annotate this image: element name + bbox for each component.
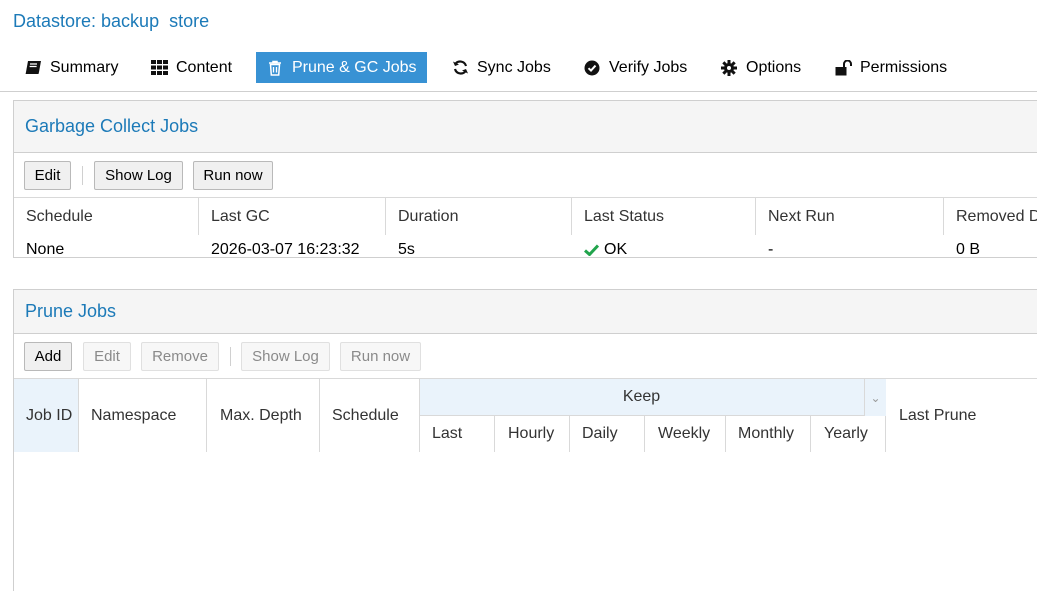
check-icon	[584, 244, 599, 256]
prune-run-now-button[interactable]: Run now	[340, 342, 421, 371]
prune-remove-button[interactable]: Remove	[141, 342, 219, 371]
check-circle-icon	[583, 59, 601, 77]
gc-edit-button[interactable]: Edit	[24, 161, 71, 190]
prune-add-button[interactable]: Add	[24, 342, 72, 371]
prune-toolbar: Add Edit Remove Show Log Run now	[14, 334, 1037, 379]
column-header-keep-monthly[interactable]: Monthly	[726, 416, 811, 452]
tab-summary[interactable]: Summary	[14, 52, 128, 83]
tab-label: Prune & GC Jobs	[292, 58, 417, 76]
column-header-next-run[interactable]: Next Run	[756, 198, 944, 235]
page-title: Datastore: backup store	[13, 11, 210, 31]
column-header-removed[interactable]: Removed D	[944, 198, 1037, 235]
cell-last-gc: 2026-03-07 16:23:32	[211, 241, 360, 258]
column-header-keep-hourly[interactable]: Hourly	[495, 416, 570, 452]
column-group-keep[interactable]: Keep	[420, 379, 886, 416]
column-header-last-gc[interactable]: Last GC	[199, 198, 386, 235]
gc-jobs-panel: Garbage Collect Jobs Edit Show Log Run n…	[13, 100, 1037, 258]
tab-label: Verify Jobs	[609, 58, 688, 76]
prune-grid-body	[14, 452, 1037, 591]
tab-content[interactable]: Content	[140, 52, 242, 83]
gc-toolbar: Edit Show Log Run now	[14, 153, 1037, 198]
trash-icon	[266, 59, 284, 77]
refresh-icon	[451, 59, 469, 77]
datastore-page: Datastore: backup store Summary Content …	[0, 0, 1037, 591]
cell-removed: 0 B	[956, 241, 981, 258]
tab-label: Options	[746, 58, 802, 76]
gc-show-log-button[interactable]: Show Log	[94, 161, 183, 190]
prune-panel-title: Prune Jobs	[14, 290, 1037, 334]
tab-bar: Summary Content Prune & GC Jobs Sync Job…	[0, 52, 1037, 92]
gear-icon	[720, 59, 738, 77]
gc-grid-header: Schedule Last GC Duration Last Status Ne…	[14, 198, 1037, 235]
cell-schedule: None	[26, 241, 65, 258]
table-row[interactable]: None 2026-03-07 16:23:32 5s OK - 0 B	[14, 235, 1037, 265]
grid-icon	[150, 59, 168, 77]
book-icon	[24, 59, 42, 77]
tab-sync-jobs[interactable]: Sync Jobs	[441, 52, 561, 83]
toolbar-separator	[230, 347, 231, 366]
column-header-max-depth[interactable]: Max. Depth	[207, 379, 320, 452]
prune-grid-header: Job ID Namespace Max. Depth Schedule Kee…	[14, 379, 1037, 452]
keep-label: Keep	[622, 388, 661, 405]
status-text: OK	[604, 241, 628, 258]
column-header-namespace[interactable]: Namespace	[79, 379, 207, 452]
gc-run-now-button[interactable]: Run now	[193, 161, 273, 190]
tab-verify-jobs[interactable]: Verify Jobs	[573, 52, 697, 83]
unlock-icon	[834, 59, 852, 77]
column-header-schedule[interactable]: Schedule	[14, 198, 199, 235]
tab-label: Summary	[50, 58, 119, 76]
prune-jobs-panel: Prune Jobs Add Edit Remove Show Log Run …	[13, 289, 1037, 591]
chevron-down-icon[interactable]: ⌄	[864, 379, 886, 416]
tab-label: Sync Jobs	[477, 58, 551, 76]
column-header-last-status[interactable]: Last Status	[572, 198, 756, 235]
column-header-duration[interactable]: Duration	[386, 198, 572, 235]
column-header-keep-weekly[interactable]: Weekly	[645, 416, 726, 452]
gc-panel-title: Garbage Collect Jobs	[14, 101, 1037, 153]
prune-show-log-button[interactable]: Show Log	[241, 342, 330, 371]
tab-permissions[interactable]: Permissions	[824, 52, 957, 83]
tab-prune-gc-jobs[interactable]: Prune & GC Jobs	[256, 52, 427, 83]
tab-label: Permissions	[860, 58, 948, 76]
column-header-job-id[interactable]: Job ID	[14, 379, 79, 452]
column-header-keep-daily[interactable]: Daily	[570, 416, 645, 452]
cell-next-run: -	[768, 241, 774, 258]
column-header-keep-last[interactable]: Last	[420, 416, 495, 452]
tab-options[interactable]: Options	[710, 52, 811, 83]
prune-edit-button[interactable]: Edit	[83, 342, 131, 371]
column-header-last-prune[interactable]: Last Prune	[886, 379, 1037, 452]
tab-label: Content	[176, 58, 233, 76]
column-header-schedule[interactable]: Schedule	[320, 379, 420, 452]
cell-duration: 5s	[398, 241, 415, 258]
column-header-keep-yearly[interactable]: Yearly	[811, 416, 886, 452]
cell-last-status: OK	[572, 235, 756, 265]
toolbar-separator	[82, 166, 83, 185]
